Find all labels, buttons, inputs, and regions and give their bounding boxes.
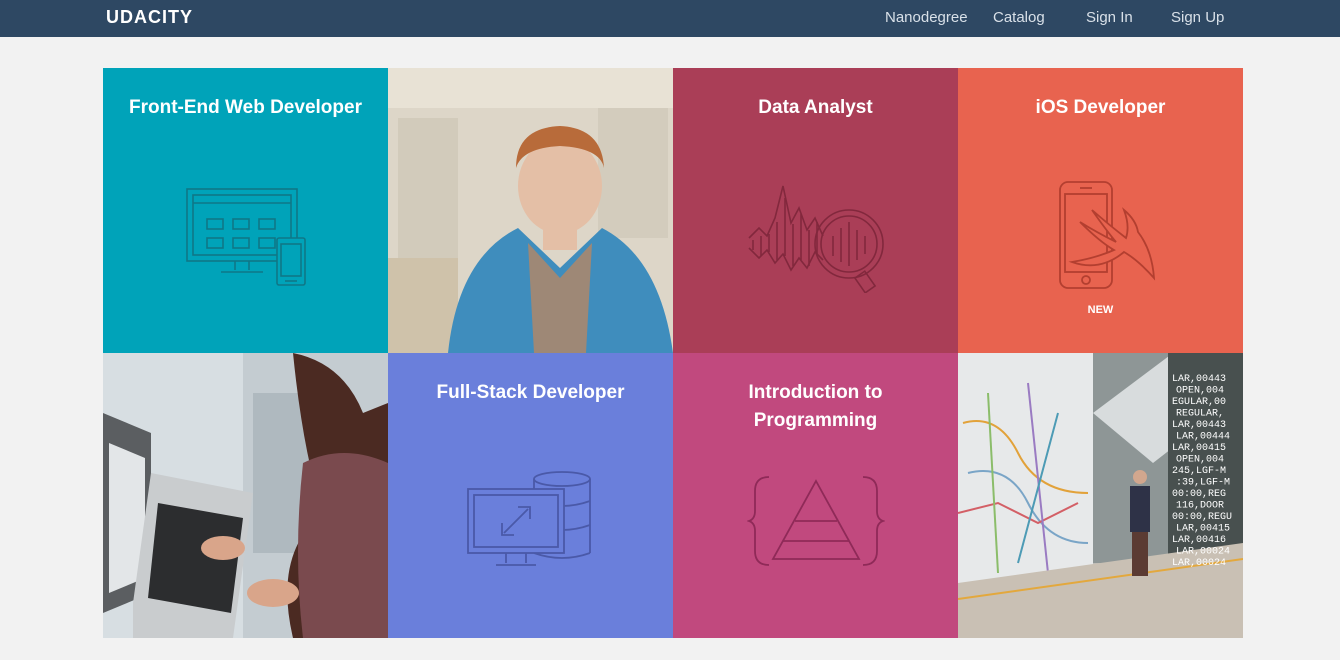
udacity-logo[interactable]: UDACITY (106, 7, 193, 27)
code-text-line: 00:00,REG (1172, 489, 1226, 500)
tile-title: Data Analyst (758, 97, 873, 118)
subway-map-photo: LAR,00443OPEN,004EGULAR,00REGULAR,LAR,00… (958, 353, 1243, 638)
tile-front-end-web-developer[interactable]: Front-End Web Developer (103, 68, 388, 353)
code-text-line: LAR,00024 (1176, 547, 1230, 558)
code-text-line: LAR,00024 (1172, 558, 1226, 569)
laptop-photo (103, 353, 388, 638)
code-text-line: :39,LGF-M (1176, 478, 1230, 489)
code-text-line: REGULAR, (1176, 409, 1224, 420)
code-text-line: 00:00,REGU (1172, 512, 1232, 523)
code-text-line: LAR,00415 (1176, 524, 1230, 535)
tile-title: Front-End Web Developer (129, 97, 362, 118)
instructor-photo-tile (388, 68, 673, 353)
nav-catalog[interactable]: Catalog (993, 9, 1045, 27)
phone-swift-icon (1059, 181, 1156, 289)
tile-data-analyst[interactable]: Data Analyst (673, 68, 958, 353)
nanodegree-grid: Front-End Web Developer Data Analyst iOS… (103, 68, 1243, 638)
tile-ios-developer[interactable]: iOS Developer NEW (958, 68, 1243, 353)
tile-title: Full-Stack Developer (436, 382, 625, 403)
code-text-line: EGULAR,00 (1172, 397, 1226, 408)
code-text-line: OPEN,004 (1176, 386, 1224, 397)
code-text-line: LAR,00416 (1172, 535, 1226, 546)
braces-triangle-icon (747, 476, 885, 566)
instructor-photo (388, 68, 673, 353)
top-navbar: UDACITY Nanodegree Catalog Sign In Sign … (0, 0, 1340, 37)
tile-title-line-1: Introduction to (748, 382, 883, 403)
tile-introduction-to-programming[interactable]: Introduction to Programming (673, 353, 958, 638)
code-text-line: 245,LGF-M (1172, 466, 1226, 477)
subway-map-photo-tile: LAR,00443 OPEN,004 EGULAR,00 REGULAR, LAR,00… (958, 353, 1243, 638)
tile-title: Introduction to Programming (673, 379, 958, 435)
monitor-tablet-icon (186, 188, 306, 286)
code-text-overlay: LAR,00443OPEN,004EGULAR,00REGULAR,LAR,00… (1172, 374, 1232, 569)
code-text-line: OPEN,004 (1176, 455, 1224, 466)
monitor-database-icon (467, 471, 591, 566)
tile-title-line-2: Programming (753, 410, 878, 431)
new-badge: NEW (1087, 304, 1114, 316)
nav-nanodegree[interactable]: Nanodegree (885, 9, 968, 27)
tile-title: iOS Developer (1035, 97, 1166, 118)
code-text-line: LAR,00443 (1172, 374, 1226, 385)
tile-full-stack-developer[interactable]: Full-Stack Developer (388, 353, 673, 638)
code-text-line: LAR,00415 (1172, 443, 1226, 454)
nav-sign-up[interactable]: Sign Up (1171, 9, 1224, 27)
nav-sign-in[interactable]: Sign In (1086, 9, 1133, 27)
laptop-photo-tile (103, 353, 388, 638)
chart-magnifier-icon (748, 185, 884, 293)
code-text-line: 116,DOOR (1176, 501, 1224, 512)
code-text-line: LAR,00444 (1176, 432, 1230, 443)
code-text-line: LAR,00443 (1172, 420, 1226, 431)
